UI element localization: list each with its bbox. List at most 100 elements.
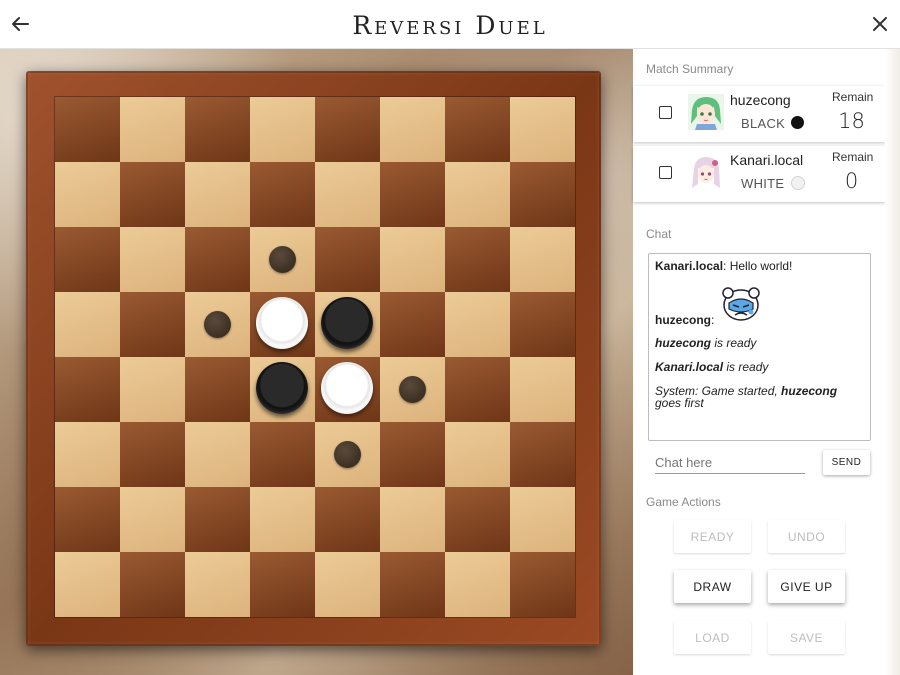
chat-separator: : <box>723 259 730 273</box>
player-name: huzecong <box>730 92 791 108</box>
board-cell[interactable] <box>315 357 380 422</box>
board-cell[interactable] <box>380 162 445 227</box>
board-cell[interactable] <box>55 97 120 162</box>
move-hint-marker[interactable] <box>399 376 426 403</box>
board-cell[interactable] <box>510 357 575 422</box>
board-cell[interactable] <box>250 357 315 422</box>
board-cell[interactable] <box>120 227 185 292</box>
chat-input[interactable] <box>655 451 805 474</box>
board-cell[interactable] <box>55 162 120 227</box>
remain-label: Remain <box>832 90 874 104</box>
board-frame <box>26 71 601 646</box>
player-color-label: WHITE <box>741 176 785 191</box>
player-checkbox[interactable] <box>659 166 672 179</box>
board-cell[interactable] <box>120 357 185 422</box>
white-stone-icon <box>791 176 805 190</box>
undo-button[interactable]: UNDO <box>768 520 845 553</box>
board-cell[interactable] <box>250 162 315 227</box>
board-cell[interactable] <box>315 487 380 552</box>
player-checkbox[interactable] <box>659 106 672 119</box>
board-cell[interactable] <box>250 292 315 357</box>
board-cell[interactable] <box>185 97 250 162</box>
board-cell[interactable] <box>510 227 575 292</box>
board-cell[interactable] <box>380 422 445 487</box>
board-cell[interactable] <box>185 357 250 422</box>
board-cell[interactable] <box>55 357 120 422</box>
board-cell[interactable] <box>55 552 120 617</box>
board-cell[interactable] <box>120 292 185 357</box>
remain-count: 0 <box>844 169 859 193</box>
board-cell[interactable] <box>185 422 250 487</box>
send-button[interactable]: SEND <box>823 450 870 475</box>
board-cell[interactable] <box>185 487 250 552</box>
board-cell[interactable] <box>55 422 120 487</box>
board-cell[interactable] <box>120 552 185 617</box>
board-cell[interactable] <box>185 162 250 227</box>
move-hint-marker[interactable] <box>334 441 361 468</box>
chat-text: Hello world! <box>729 259 793 273</box>
board-cell[interactable] <box>120 422 185 487</box>
board-cell[interactable] <box>250 97 315 162</box>
board-cell[interactable] <box>445 292 510 357</box>
board-cell[interactable] <box>510 422 575 487</box>
board-cell[interactable] <box>185 227 250 292</box>
game-board[interactable] <box>55 97 575 617</box>
board-cell[interactable] <box>250 487 315 552</box>
board-cell[interactable] <box>55 487 120 552</box>
board-cell[interactable] <box>315 552 380 617</box>
board-cell[interactable] <box>250 422 315 487</box>
board-cell[interactable] <box>445 422 510 487</box>
white-piece[interactable] <box>321 362 373 414</box>
black-piece[interactable] <box>256 362 308 414</box>
board-cell[interactable] <box>510 292 575 357</box>
sticker-image <box>719 285 763 323</box>
board-cell[interactable] <box>445 552 510 617</box>
board-background <box>0 49 633 675</box>
board-cell[interactable] <box>380 357 445 422</box>
board-cell[interactable] <box>55 292 120 357</box>
move-hint-marker[interactable] <box>204 311 231 338</box>
white-piece[interactable] <box>256 297 308 349</box>
board-cell[interactable] <box>315 162 380 227</box>
give-up-button[interactable]: GIVE UP <box>768 570 845 603</box>
board-cell[interactable] <box>315 227 380 292</box>
close-icon[interactable] <box>866 10 894 38</box>
board-cell[interactable] <box>185 552 250 617</box>
board-cell[interactable] <box>445 162 510 227</box>
board-cell[interactable] <box>120 162 185 227</box>
board-cell[interactable] <box>315 422 380 487</box>
background-edge <box>885 49 900 675</box>
chat-log[interactable]: Kanari.local: Hello world! huzecong: huz… <box>648 253 871 441</box>
draw-button[interactable]: DRAW <box>674 570 751 603</box>
board-cell[interactable] <box>380 227 445 292</box>
chat-sender: Kanari.local <box>655 259 724 273</box>
board-cell[interactable] <box>380 487 445 552</box>
board-cell[interactable] <box>185 292 250 357</box>
board-cell[interactable] <box>120 97 185 162</box>
board-cell[interactable] <box>55 227 120 292</box>
player-card-black: huzecong BLACK Remain 18 <box>633 86 885 142</box>
board-cell[interactable] <box>250 227 315 292</box>
save-button[interactable]: SAVE <box>768 621 845 654</box>
board-cell[interactable] <box>445 97 510 162</box>
board-cell[interactable] <box>315 97 380 162</box>
board-cell[interactable] <box>380 97 445 162</box>
board-cell[interactable] <box>380 552 445 617</box>
chat-separator: : <box>711 313 715 327</box>
board-cell[interactable] <box>445 227 510 292</box>
board-cell[interactable] <box>445 357 510 422</box>
board-cell[interactable] <box>510 487 575 552</box>
board-cell[interactable] <box>510 162 575 227</box>
ready-button[interactable]: READY <box>674 520 751 553</box>
board-cell[interactable] <box>510 552 575 617</box>
board-cell[interactable] <box>445 487 510 552</box>
board-cell[interactable] <box>250 552 315 617</box>
load-button[interactable]: LOAD <box>674 621 751 654</box>
move-hint-marker[interactable] <box>269 246 296 273</box>
board-cell[interactable] <box>315 292 380 357</box>
board-cell[interactable] <box>120 487 185 552</box>
black-stone-icon <box>791 116 804 129</box>
board-cell[interactable] <box>380 292 445 357</box>
board-cell[interactable] <box>510 97 575 162</box>
black-piece[interactable] <box>321 297 373 349</box>
